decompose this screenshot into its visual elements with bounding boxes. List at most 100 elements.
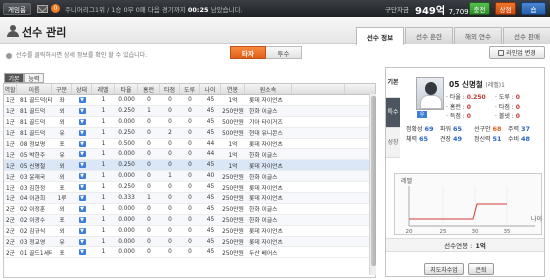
x-tick-1: 25 [440, 229, 447, 235]
table-row[interactable]: 2군 02 이광수 포 ▼ 1 0.000 0 0 0 45 250만원 한화 이글스 [4, 214, 375, 226]
table-scrollbar[interactable] [369, 94, 376, 275]
condition-icon: ▼ [72, 171, 92, 181]
app-root: 게임룸 0 주니어리그1위 / 1승 0무 0패 다음 경기까지 00:25 남… [0, 0, 550, 280]
tab-player-info[interactable]: 선수 정보 [356, 27, 404, 45]
stat-value: 0 [466, 103, 471, 111]
table-cell: 45 [206, 216, 215, 223]
table-row[interactable]: 1군 04 이관희 1루 ▼ 1 0.333 1 0 0 45 250만원 롯데 자이언츠 [4, 193, 375, 204]
column-header[interactable]: 타점 [160, 84, 180, 94]
table-row[interactable]: 1군 05 신명철 외 ▼ 1 0.250 0 0 0 45 1억 롯데 자이언츠 [4, 160, 375, 172]
stat-label: 홈런 [449, 103, 461, 111]
table-cell: 1 [101, 151, 106, 158]
player-photo [416, 77, 444, 110]
subtab-ability[interactable]: 능력 [24, 73, 44, 83]
column-header[interactable]: 이름 [17, 84, 52, 94]
lineup-change-button[interactable]: 라인업 변경 [489, 46, 545, 59]
column-header[interactable]: 홈런 [138, 84, 160, 94]
player-name-text: 05 신명철 [449, 80, 483, 89]
game-room-button[interactable]: 게임룸 [3, 2, 31, 15]
column-header[interactable]: 상태 [72, 84, 92, 94]
table-cell: 1 [101, 107, 106, 114]
condition-arrow-icon: ▼ [78, 205, 86, 212]
player-stats: · 타율 : 0.250 · 도루 : 0 · 홈런 : 0 · 타점 : 0 · 득점… [446, 93, 544, 122]
table-cell: 외 [59, 163, 65, 170]
table-row[interactable]: 1군 81 골드덕 유 ▼ 1 0.250 0 2 0 45 500만원 현대 유니콘스 [4, 127, 375, 139]
column-header[interactable]: 구분 [52, 84, 72, 94]
vtab-special[interactable]: 특수 [386, 98, 400, 128]
column-header[interactable]: 타율 [115, 84, 138, 94]
table-row[interactable]: 1군 08 정보명 포 ▼ 1 0.500 0 0 0 44 1억 롯데 자이언츠 [4, 139, 375, 150]
column-header[interactable] [292, 84, 345, 94]
table-cell: 1억 [228, 152, 238, 159]
condition-arrow-icon: ▼ [78, 151, 86, 158]
condition-arrow-icon: ▼ [78, 173, 86, 180]
table-cell: 0 [147, 162, 151, 169]
table-row[interactable]: 2군 03 정교영 유 ▼ 1 0.000 0 0 0 45 250만원 롯데 자이언츠 [4, 236, 375, 248]
stat-item: · 볼넷 : 0 [495, 113, 520, 120]
table-row[interactable]: 1군 03 김한정 포 ▼ 1 0.250 0 0 0 45 250만원 롯데 자이언츠 [4, 182, 375, 194]
table-row[interactable]: 1군 81 골드덕 외 ▼ 1 0.250 1 0 0 45 250만원 한화 이글스 [4, 105, 375, 117]
table-cell: 0 [188, 140, 192, 147]
table-cell: 1 [101, 249, 106, 256]
vtab-growth[interactable]: 성장 [386, 128, 400, 158]
table-cell: 1군 [5, 109, 16, 116]
table-row[interactable]: 1군 05 박한주 유 ▼ 1 0.000 0 0 0 44 1억 한화 이글스 [4, 149, 375, 161]
column-header[interactable]: 레벨 [92, 84, 115, 94]
table-cell: 1군 [5, 98, 16, 105]
vtab-basic[interactable]: 기본 [386, 68, 400, 98]
store-button[interactable]: 상점 [495, 2, 516, 15]
column-header[interactable]: 나이 [200, 84, 221, 94]
condition-arrow-icon: ▼ [78, 216, 86, 223]
condition-arrow-icon: ▼ [78, 227, 86, 234]
table-cell: 현대 유니콘스 [249, 131, 283, 138]
table-cell: 1 [101, 227, 106, 234]
mail-icon[interactable] [36, 4, 48, 13]
table-cell: 250만원 [222, 229, 244, 236]
table-cell: 0 [168, 151, 172, 158]
x-tick-2: 30 [472, 229, 479, 235]
toggle-pitcher[interactable]: 투수 [266, 46, 302, 59]
x-tick-3: 35 [504, 229, 511, 235]
game-room-label: 게임룸 [8, 5, 26, 14]
column-header[interactable]: 연봉 [221, 84, 245, 94]
tab-player-sale[interactable]: 선수 판매 [503, 27, 550, 44]
stat-value: 0.250 [466, 94, 486, 101]
person-icon [7, 25, 19, 37]
row-action-cell [292, 247, 345, 257]
condition-icon: ▼ [72, 139, 92, 149]
condition-arrow-icon: ▼ [78, 162, 86, 169]
table-cell: 1군 [5, 163, 16, 170]
cash-main: 949억 [415, 6, 446, 17]
charge-button[interactable]: 충전 [469, 2, 490, 15]
table-row[interactable]: 1군 03 윤재국 외 ▼ 1 0.000 0 1 0 40 250만원 한화 이글스 [4, 171, 375, 183]
table-row[interactable]: 1군 81 골드덕 외 ▼ 1 0.000 0 0 0 45 500만원 기아 타이거즈 [4, 117, 375, 128]
row-action-cell [292, 193, 345, 203]
table-row[interactable]: 2군 02 이정훈 외 ▼ 1 0.000 0 0 0 45 250만원 한화 이글스 [4, 204, 375, 215]
ability-value: 69 [424, 125, 434, 133]
table-cell: 45 [206, 129, 215, 136]
table-cell: 44 [206, 151, 215, 158]
table-cell: 1 [101, 96, 106, 103]
table-row[interactable]: 2군 02 김규식 외 ▼ 1 0.000 0 0 0 45 250만원 롯데 자이언츠 [4, 226, 375, 237]
column-header[interactable]: 역할 [4, 84, 17, 94]
scrollbar-thumb[interactable] [371, 96, 376, 266]
table-cell: 좌 [59, 98, 65, 105]
coach-class-button[interactable]: 지도자수업 [424, 263, 464, 275]
table-row[interactable]: 1군 81 골드덕(타) 좌 ▼ 1 0.000 0 0 0 45 1억 롯데 자이언츠 [4, 95, 375, 106]
column-header[interactable]: 도루 [180, 84, 200, 94]
page-title: 선수 관리 [22, 26, 67, 39]
retire-button[interactable]: 은퇴 [468, 263, 494, 275]
table-cell: 1 [101, 205, 106, 212]
tab-player-training[interactable]: 선수 훈련 [405, 27, 453, 44]
table-row[interactable]: 2군 01 골드1세타 포 ▼ 1 0.000 0 0 0 45 250만원 두산 베어스 [4, 247, 375, 259]
column-header[interactable]: 원소속 [245, 84, 292, 94]
tab-overseas-training[interactable]: 해외 연수 [454, 27, 502, 44]
salary-value: 1억 [475, 242, 486, 250]
subtab-basic[interactable]: 기본 [4, 73, 24, 83]
table-cell: 1억 [228, 163, 238, 170]
shop-button[interactable]: 숍 [521, 2, 546, 15]
table-cell: 500만원 [222, 120, 244, 127]
toggle-batter[interactable]: 타자 [230, 46, 266, 59]
ability-item: 체력 65 [406, 135, 440, 145]
table-cell: 1 [147, 107, 151, 114]
